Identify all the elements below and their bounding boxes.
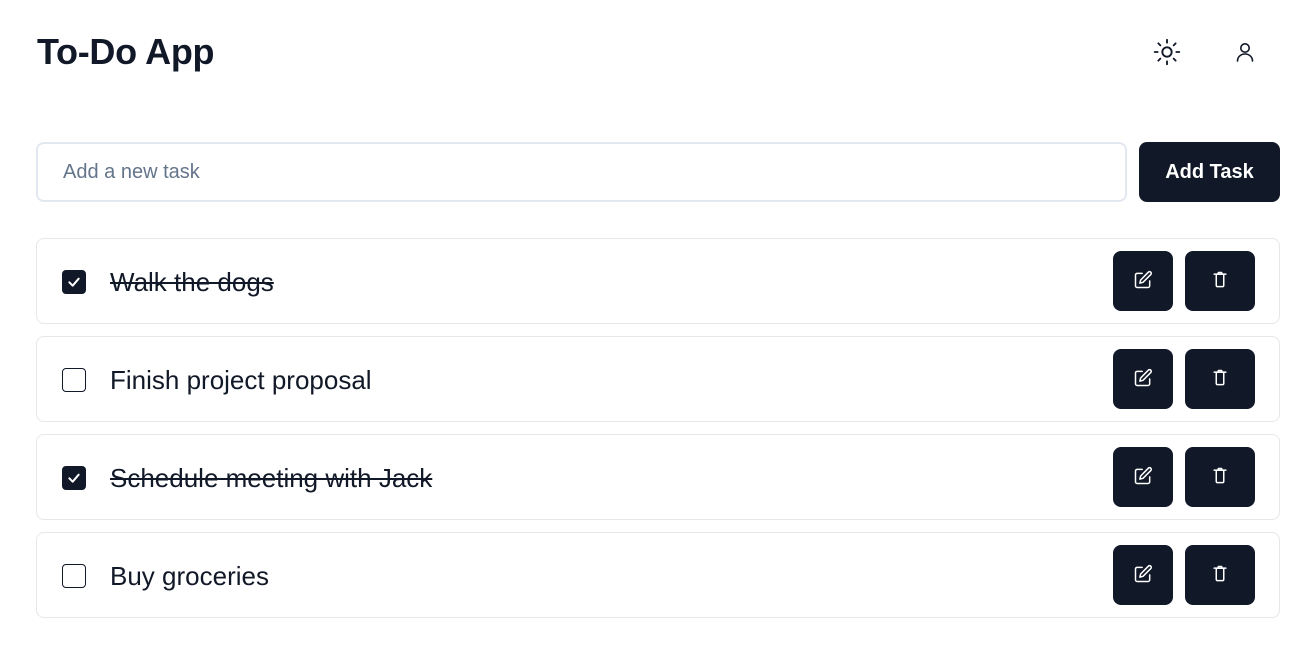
delete-task-button[interactable] <box>1185 545 1255 605</box>
delete-task-button[interactable] <box>1185 447 1255 507</box>
checkmark-icon <box>68 473 80 483</box>
delete-task-button[interactable] <box>1185 349 1255 409</box>
user-icon <box>1233 40 1257 64</box>
task-list: Walk the dogs Finish project proposal Sc… <box>36 238 1280 630</box>
todo-app: To-Do App Add Task <box>0 0 1309 649</box>
edit-task-button[interactable] <box>1113 349 1173 409</box>
task-checkbox[interactable] <box>62 270 86 294</box>
trash-icon <box>1210 466 1230 489</box>
task-checkbox[interactable] <box>62 466 86 490</box>
trash-icon <box>1210 564 1230 587</box>
edit-task-button[interactable] <box>1113 251 1173 311</box>
task-checkbox[interactable] <box>62 368 86 392</box>
task-text: Walk the dogs <box>110 267 274 297</box>
edit-task-button[interactable] <box>1113 545 1173 605</box>
user-profile-button[interactable] <box>1225 32 1265 72</box>
delete-task-button[interactable] <box>1185 251 1255 311</box>
trash-icon <box>1210 270 1230 293</box>
app-title: To-Do App <box>37 31 215 72</box>
theme-toggle-button[interactable] <box>1147 32 1187 72</box>
task-item: Walk the dogs <box>36 238 1280 324</box>
add-task-button[interactable]: Add Task <box>1139 142 1280 202</box>
task-text: Buy groceries <box>110 561 269 591</box>
edit-task-button[interactable] <box>1113 447 1173 507</box>
task-item: Finish project proposal <box>36 336 1280 422</box>
task-checkbox[interactable] <box>62 564 86 588</box>
edit-icon <box>1133 564 1153 587</box>
task-text: Finish project proposal <box>110 365 372 395</box>
new-task-input[interactable] <box>36 142 1127 202</box>
task-item: Schedule meeting with Jack <box>36 434 1280 520</box>
edit-icon <box>1133 368 1153 391</box>
task-text: Schedule meeting with Jack <box>110 463 433 493</box>
checkmark-icon <box>68 277 80 287</box>
edit-icon <box>1133 270 1153 293</box>
edit-icon <box>1133 466 1153 489</box>
trash-icon <box>1210 368 1230 391</box>
sun-icon <box>1153 38 1181 66</box>
task-item: Buy groceries <box>36 532 1280 618</box>
